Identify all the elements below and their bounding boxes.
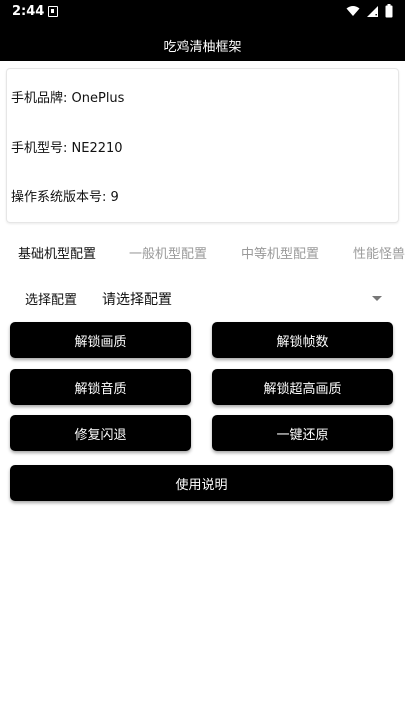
status-icons [346,4,393,18]
config-select[interactable]: 请选择配置 [102,289,172,309]
device-os-version: 操作系统版本号: 9 [11,190,119,205]
tab-medium[interactable]: 中等机型配置 [241,243,319,262]
instructions-button[interactable]: 使用说明 [10,465,393,501]
config-tabs: 基础机型配置 一般机型配置 中等机型配置 性能怪兽 [0,236,405,266]
one-click-restore-button[interactable]: 一键还原 [212,415,393,451]
app-bar: 吃鸡清柚框架 [0,24,405,61]
app-title: 吃鸡清柚框架 [163,40,242,55]
status-bar: 2:44 [0,0,405,24]
notification-a-icon [48,6,58,17]
unlock-audio-button[interactable]: 解锁音质 [10,369,191,405]
wifi-icon [346,6,360,16]
tab-performance[interactable]: 性能怪兽 [353,243,405,262]
fix-crash-button[interactable]: 修复闪退 [10,415,191,451]
tab-basic[interactable]: 基础机型配置 [18,243,96,262]
unlock-fps-button[interactable]: 解锁帧数 [212,322,393,358]
device-brand: 手机品牌: OnePlus [11,91,125,106]
unlock-quality-button[interactable]: 解锁画质 [10,322,191,358]
status-time: 2:44 [12,4,45,19]
unlock-ultra-hd-button[interactable]: 解锁超高画质 [212,369,393,405]
signal-icon [367,5,378,17]
device-info-card: 手机品牌: OnePlus 手机型号: NE2210 操作系统版本号: 9 [6,68,399,223]
battery-icon [385,4,393,18]
device-model: 手机型号: NE2210 [11,141,123,156]
chevron-down-icon[interactable] [372,296,382,301]
config-label: 选择配置 [25,293,78,308]
tab-general[interactable]: 一般机型配置 [129,243,207,262]
